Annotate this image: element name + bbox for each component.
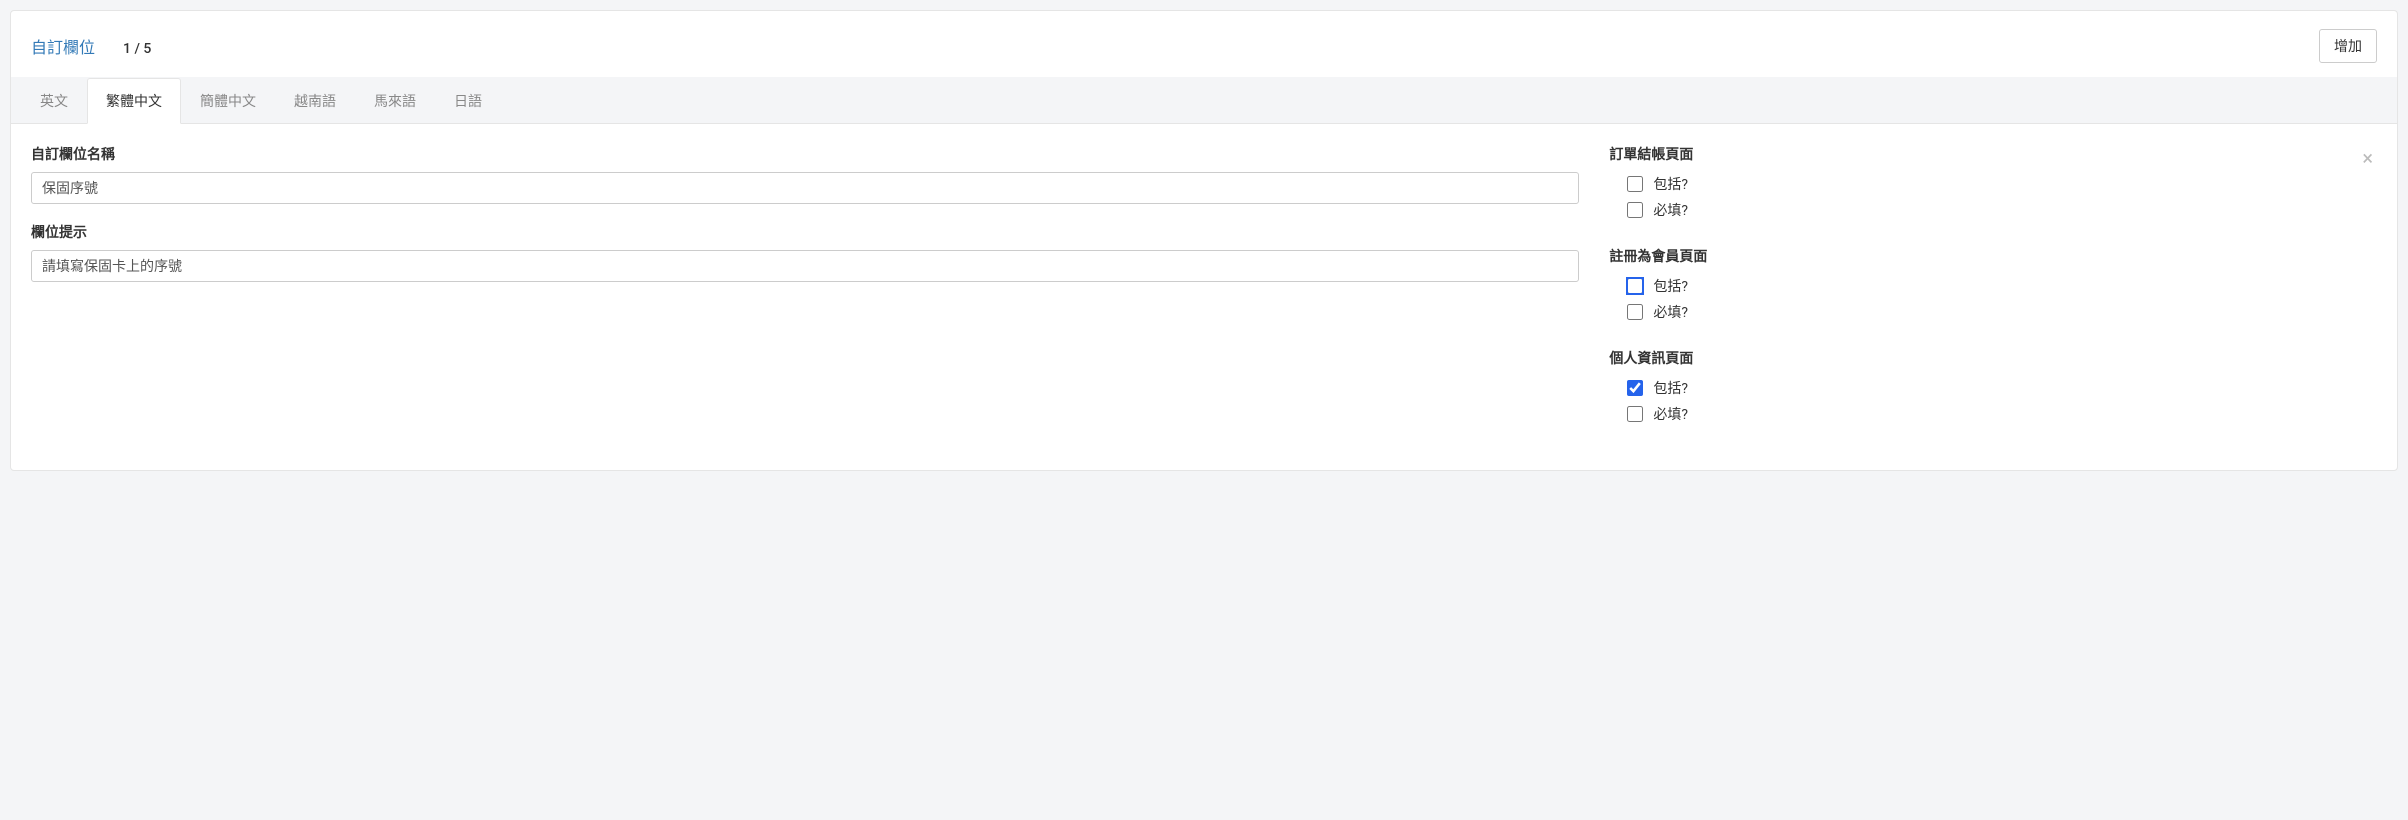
tab-english[interactable]: 英文 — [21, 78, 87, 124]
section-personal: 個人資訊頁面 包括? 必填? — [1609, 348, 2377, 424]
section-title-register: 註冊為會員頁面 — [1609, 246, 2377, 266]
tab-japanese[interactable]: 日語 — [435, 78, 501, 124]
section-title-personal: 個人資訊頁面 — [1609, 348, 2377, 368]
personal-include-label: 包括? — [1653, 378, 1688, 398]
personal-include-row: 包括? — [1609, 378, 2377, 398]
content-area: 自訂欄位名稱 欄位提示 × 訂單結帳頁面 包括? 必填? — [11, 124, 2397, 470]
personal-include-checkbox[interactable] — [1627, 380, 1643, 396]
register-include-label: 包括? — [1653, 276, 1688, 296]
add-button[interactable]: 增加 — [2319, 29, 2377, 63]
custom-field-panel: 自訂欄位 1 / 5 增加 英文 繁體中文 簡體中文 越南語 馬來語 日語 自訂… — [10, 10, 2398, 471]
field-name-input[interactable] — [31, 172, 1579, 204]
field-counter: 1 / 5 — [123, 41, 151, 57]
checkout-include-row: 包括? — [1609, 174, 2377, 194]
checkout-required-row: 必填? — [1609, 200, 2377, 220]
register-include-row: 包括? — [1609, 276, 2377, 296]
close-icon[interactable]: × — [2358, 144, 2377, 172]
section-checkout: 訂單結帳頁面 包括? 必填? — [1609, 144, 2377, 220]
checkout-include-checkbox[interactable] — [1627, 176, 1643, 192]
personal-required-label: 必填? — [1653, 404, 1688, 424]
register-required-checkbox[interactable] — [1627, 304, 1643, 320]
field-hint-input[interactable] — [31, 250, 1579, 282]
panel-title: 自訂欄位 — [31, 34, 95, 58]
checkout-include-label: 包括? — [1653, 174, 1688, 194]
tab-simplified-chinese[interactable]: 簡體中文 — [181, 78, 275, 124]
header-left: 自訂欄位 1 / 5 — [31, 34, 151, 58]
tab-malay[interactable]: 馬來語 — [355, 78, 435, 124]
personal-required-row: 必填? — [1609, 404, 2377, 424]
field-hint-group: 欄位提示 — [31, 222, 1579, 282]
section-title-checkout: 訂單結帳頁面 — [1609, 144, 2377, 164]
left-column: 自訂欄位名稱 欄位提示 — [31, 144, 1579, 450]
checkout-required-label: 必填? — [1653, 200, 1688, 220]
section-register: 註冊為會員頁面 包括? 必填? — [1609, 246, 2377, 322]
field-name-group: 自訂欄位名稱 — [31, 144, 1579, 204]
register-required-label: 必填? — [1653, 302, 1688, 322]
register-include-checkbox[interactable] — [1627, 278, 1643, 294]
language-tabs: 英文 繁體中文 簡體中文 越南語 馬來語 日語 — [11, 77, 2397, 124]
register-required-row: 必填? — [1609, 302, 2377, 322]
tab-traditional-chinese[interactable]: 繁體中文 — [87, 78, 181, 124]
field-hint-label: 欄位提示 — [31, 222, 1579, 242]
checkout-required-checkbox[interactable] — [1627, 202, 1643, 218]
field-name-label: 自訂欄位名稱 — [31, 144, 1579, 164]
panel-header: 自訂欄位 1 / 5 增加 — [11, 11, 2397, 77]
personal-required-checkbox[interactable] — [1627, 406, 1643, 422]
tab-vietnamese[interactable]: 越南語 — [275, 78, 355, 124]
right-column: × 訂單結帳頁面 包括? 必填? 註冊為會員頁面 包括? — [1579, 144, 2377, 450]
